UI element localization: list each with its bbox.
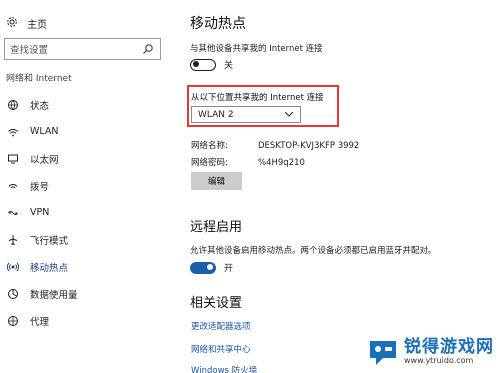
remote-toggle[interactable] [190,261,216,274]
search-icon[interactable] [142,43,154,58]
sidebar-nav: 状态 WLAN 以太网 拨号 VPN 飞行模式 移动热点 数据使用量 代理 [0,91,170,334]
sidebar-item-status[interactable]: 状态 [0,91,170,118]
sidebar-item-label: 移动热点 [30,262,69,274]
network-name-row: 网络名称: DESKTOP-KVJ3KFP 3992 [191,139,359,151]
remote-toggle-state: 开 [224,264,234,274]
toggle-knob [207,264,213,270]
home-label: 主页 [27,19,47,31]
search-placeholder: 查找设置 [10,45,49,56]
network-password-value: %4H9q210 [258,158,305,168]
sidebar-item-mobile-hotspot[interactable]: 移动热点 [0,253,170,280]
sidebar-item-wlan[interactable]: WLAN [0,118,170,145]
sidebar-item-data-usage[interactable]: 数据使用量 [0,280,170,307]
settings-search-input[interactable]: 查找设置 [4,38,161,60]
sidebar-item-vpn[interactable]: VPN [0,199,170,226]
watermark-url: www.ytruido.com [404,356,474,365]
watermark: 锐得游戏网 www.ytruido.com [366,335,494,369]
airplane-icon [6,233,20,247]
settings-sidebar: 主页 查找设置 网络和 Internet 状态 WLAN 以太网 拨号 VPN [0,0,170,373]
sidebar-item-label: 状态 [30,100,50,112]
ethernet-monitor-icon [6,152,20,166]
sidebar-item-dialup[interactable]: 拨号 [0,172,170,199]
network-name-key: 网络名称: [191,141,228,151]
share-from-value: WLAN 2 [198,109,234,120]
sidebar-item-label: 拨号 [30,181,50,193]
sidebar-item-ethernet[interactable]: 以太网 [0,145,170,172]
hotspot-toggle-row: 关 [190,58,233,71]
chevron-down-icon [284,110,294,121]
share-from-dropdown[interactable]: WLAN 2 [191,106,301,123]
proxy-globe-icon [6,314,20,328]
data-usage-icon [6,287,20,301]
dialup-icon [6,179,20,193]
wifi-icon [6,125,20,139]
remote-enable-title: 远程启用 [190,220,243,235]
sidebar-item-label: 数据使用量 [30,289,78,301]
hotspot-toggle-state: 关 [224,61,234,71]
sidebar-item-label: 飞行模式 [30,235,69,247]
network-name-value: DESKTOP-KVJ3KFP 3992 [258,141,360,151]
sidebar-item-label: WLAN [30,126,59,137]
related-settings-title: 相关设置 [190,296,243,311]
watermark-logo-icon [370,341,396,365]
change-adapter-options-link[interactable]: 更改适配器选项 [191,320,251,332]
gear-icon [6,16,18,31]
hotspot-icon [6,260,20,274]
toggle-knob [193,61,199,67]
sidebar-item-proxy[interactable]: 代理 [0,307,170,334]
sidebar-section-title: 网络和 Internet [6,74,72,84]
vpn-icon [6,206,20,220]
share-connection-description: 与其他设备共享我的 Internet 连接 [190,44,323,54]
sidebar-item-label: 以太网 [30,154,59,166]
network-password-row: 网络密码: %4H9q210 [191,156,305,168]
network-sharing-center-link[interactable]: 网络和共享中心 [191,343,251,355]
page-title: 移动热点 [190,16,246,32]
sidebar-item-airplane-mode[interactable]: 飞行模式 [0,226,170,253]
home-nav-item[interactable]: 主页 [6,14,47,32]
watermark-text: 锐得游戏网 www.ytruido.com [404,338,494,366]
network-password-key: 网络密码: [191,158,228,168]
sidebar-item-label: VPN [30,207,50,218]
share-from-label: 从以下位置共享我的 Internet 连接 [191,93,324,103]
sidebar-item-label: 代理 [30,316,50,328]
hotspot-toggle[interactable] [190,58,216,71]
windows-firewall-link[interactable]: Windows 防火墙 [191,364,257,373]
remote-enable-description: 允许其他设备启用移动热点。两个设备必须都已启用蓝牙并配对。 [190,246,437,256]
globe-status-icon [6,98,20,112]
edit-button[interactable]: 编辑 [191,172,242,190]
remote-toggle-row: 开 [190,261,233,274]
watermark-title: 锐得游戏网 [404,337,494,357]
mobile-hotspot-panel: 移动热点 与其他设备共享我的 Internet 连接 关 从以下位置共享我的 I… [187,0,495,373]
